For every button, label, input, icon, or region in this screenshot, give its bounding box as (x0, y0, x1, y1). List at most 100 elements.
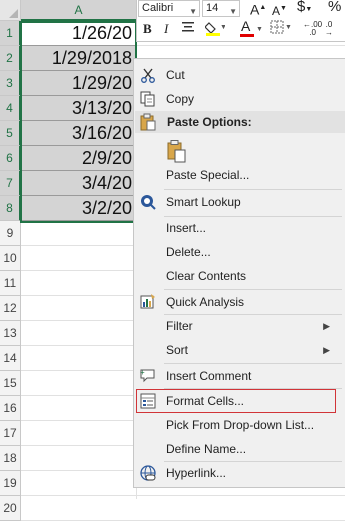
row-header[interactable]: 4 (0, 96, 21, 121)
menu-item-label: Delete... (166, 245, 211, 259)
scissors-icon (141, 68, 155, 83)
fill-color-button[interactable]: ▼ (204, 20, 227, 39)
menu-item-paste-special[interactable]: Paste Special... (134, 163, 345, 187)
font-name-box[interactable]: Calibri ▼ (138, 0, 200, 17)
row-header[interactable]: 16 (0, 396, 21, 421)
row-header[interactable]: 2 (0, 46, 21, 71)
menu-item-label: Paste Special... (166, 168, 250, 182)
svg-text:▼: ▼ (220, 24, 225, 31)
menu-item-delete[interactable]: Delete... (134, 240, 345, 264)
menu-item-hyperlink[interactable]: Hyperlink... (134, 461, 345, 485)
menu-item-label: Insert... (166, 221, 207, 235)
cell-a1[interactable]: 1/26/20 (21, 21, 136, 46)
menu-item-label: Hyperlink... (166, 466, 227, 480)
gridline (21, 495, 345, 496)
svg-text:+: + (140, 368, 145, 377)
row-header[interactable]: 3 (0, 71, 21, 96)
currency-button[interactable]: $▼ (297, 0, 312, 17)
submenu-arrow-icon: ▶ (323, 321, 330, 331)
menu-item-pick-from-list[interactable]: Pick From Drop-down List... (134, 413, 345, 437)
row-header[interactable]: 5 (0, 121, 21, 146)
menu-item-copy[interactable]: Copy (134, 87, 345, 111)
menu-item-clear-contents[interactable]: Clear Contents (134, 264, 345, 288)
font-size-value: 14 (206, 2, 219, 14)
cell-a5[interactable]: 3/16/20 (21, 121, 136, 146)
chevron-down-icon: ▼ (189, 7, 197, 16)
row-header[interactable]: 10 (0, 246, 21, 271)
menu-item-quick-analysis[interactable]: Quick Analysis (134, 290, 345, 314)
row-header[interactable]: 11 (0, 271, 21, 296)
column-header-a[interactable]: A (21, 0, 137, 21)
row-header[interactable]: 12 (0, 296, 21, 321)
menu-item-format-cells[interactable]: Format Cells... (136, 389, 336, 413)
menu-item-sort[interactable]: Sort ▶ (134, 338, 345, 362)
paste-options-header: Paste Options: (135, 111, 345, 133)
row-header[interactable]: 15 (0, 371, 21, 396)
menu-item-label: Smart Lookup (166, 195, 241, 209)
hyperlink-icon (140, 465, 156, 481)
row-header[interactable]: 17 (0, 421, 21, 446)
menu-item-define-name[interactable]: Define Name... (134, 437, 345, 461)
cell-a2[interactable]: 1/29/2018 (21, 46, 136, 71)
svg-text:▼: ▼ (285, 24, 292, 31)
cell-a4[interactable]: 3/13/20 (21, 96, 136, 121)
menu-item-filter[interactable]: Filter ▶ (134, 314, 345, 338)
cell-a7[interactable]: 3/4/20 (21, 171, 136, 196)
menu-item-cut[interactable]: Cut (134, 63, 345, 87)
increase-decimal-button[interactable]: .0 → (325, 21, 333, 37)
decrease-font-size-button[interactable]: A▼ (272, 2, 287, 18)
percent-button[interactable]: % (328, 0, 341, 14)
context-menu: Cut Copy Paste Options: Paste Special...… (133, 58, 345, 488)
row-header[interactable]: 6 (0, 146, 21, 171)
menu-item-label: Clear Contents (166, 269, 247, 283)
font-color-button[interactable]: A ▼ (240, 19, 263, 37)
menu-item-label: Pick From Drop-down List... (166, 418, 315, 432)
row-header[interactable]: 20 (0, 496, 21, 521)
menu-item-insert-comment[interactable]: + Insert Comment (134, 364, 345, 388)
smart-lookup-icon (141, 195, 156, 210)
menu-item-label: Filter (166, 319, 193, 333)
select-all-corner[interactable] (0, 0, 21, 21)
submenu-arrow-icon: ▶ (323, 345, 330, 355)
menu-item-label: Quick Analysis (166, 295, 245, 309)
menu-item-label: Format Cells... (166, 394, 245, 408)
row-header[interactable]: 18 (0, 446, 21, 471)
clipboard-icon (140, 113, 156, 131)
menu-item-smart-lookup[interactable]: Smart Lookup (134, 190, 345, 214)
menu-item-label: Define Name... (166, 442, 247, 456)
row-header[interactable]: 19 (0, 471, 21, 496)
comment-icon: + (140, 368, 155, 383)
menu-item-label: Cut (166, 68, 185, 82)
cell-a6[interactable]: 2/9/20 (21, 146, 136, 171)
borders-icon: ▼ (270, 20, 292, 34)
menu-item-insert[interactable]: Insert... (134, 216, 345, 240)
align-center-icon (182, 22, 194, 32)
cell-a3[interactable]: 1/29/20 (21, 71, 136, 96)
row-header[interactable]: 7 (0, 171, 21, 196)
bold-button[interactable]: B (143, 22, 152, 36)
font-name-value: Calibri (142, 2, 174, 14)
italic-button[interactable]: I (164, 22, 168, 36)
align-center-button[interactable] (181, 20, 195, 37)
paste-icon (167, 140, 186, 163)
row-header[interactable]: 1 (0, 21, 21, 46)
menu-item-label: Insert Comment (166, 369, 252, 383)
mini-toolbar: Calibri ▼ 14 ▼ A▲ A▼ $▼ % B I ▼ A ▼ ▼ ←.… (136, 0, 345, 42)
increase-font-size-button[interactable]: A▲ (250, 1, 266, 17)
font-size-box[interactable]: 14 ▼ (202, 0, 240, 17)
decrease-decimal-button[interactable]: ←.00.0 (303, 21, 322, 37)
row-header[interactable]: 13 (0, 321, 21, 346)
copy-icon (140, 91, 155, 107)
menu-item-label: Sort (166, 343, 189, 357)
cell-a8[interactable]: 3/2/20 (21, 196, 136, 221)
borders-button[interactable]: ▼ (270, 20, 292, 37)
menu-item-label: Copy (166, 92, 195, 106)
quick-analysis-icon (140, 294, 155, 309)
paste-option-keep-source[interactable] (134, 136, 345, 166)
row-header[interactable]: 8 (0, 196, 21, 221)
row-header[interactable]: 9 (0, 221, 21, 246)
row-header[interactable]: 14 (0, 346, 21, 371)
paint-bucket-icon: ▼ (204, 22, 227, 36)
format-cells-icon (140, 393, 156, 409)
chevron-down-icon: ▼ (229, 7, 237, 16)
